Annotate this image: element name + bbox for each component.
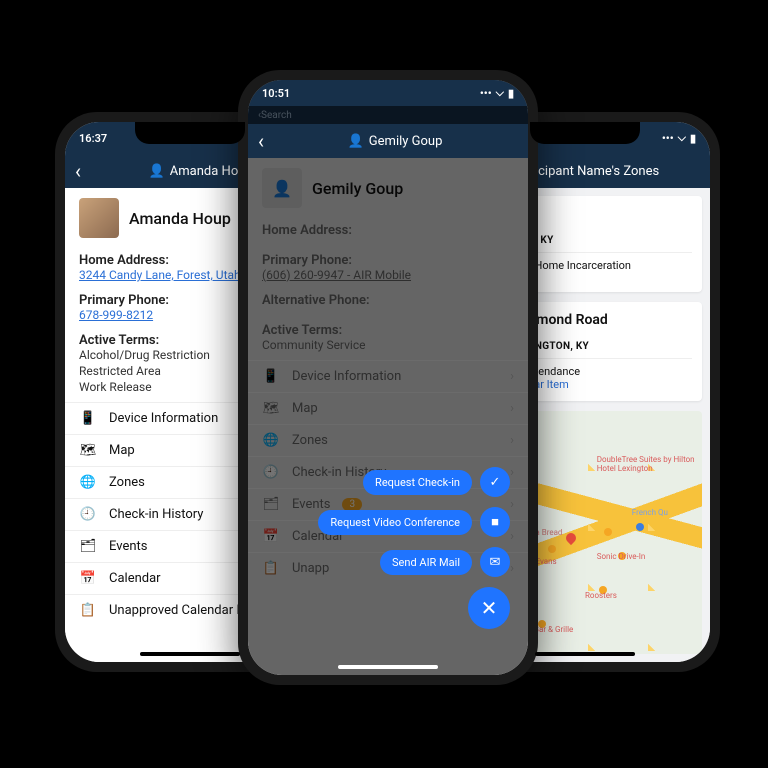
device-icon: 📱	[79, 411, 97, 426]
calendar-icon: 📅	[262, 529, 280, 544]
battery-icon: ▮	[508, 87, 514, 100]
status-bar: 10:51 ••• ⌵ ▮	[248, 80, 528, 106]
list-icon: 📋	[262, 561, 280, 576]
menu-label: Unapproved Calendar Ite	[109, 603, 251, 618]
events-icon: 🗂	[79, 539, 97, 554]
fab-close-button[interactable]: ✕	[468, 587, 510, 629]
primary-phone-label: Primary Phone:	[248, 248, 528, 268]
person-icon: 👤	[348, 134, 364, 149]
phone-center: 10:51 ••• ⌵ ▮ ‹ Search ‹ 👤 Gemily Goup 👤…	[238, 70, 538, 685]
check-icon: ✓	[480, 467, 510, 497]
fab-send-air-mail[interactable]: Send AIR Mail ✉	[380, 547, 510, 577]
fab-label: Request Video Conference	[318, 510, 472, 535]
signal-icon: •••	[662, 132, 674, 145]
chevron-right-icon: ›	[510, 401, 514, 416]
chevron-right-icon: ›	[510, 561, 514, 576]
fab-request-checkin[interactable]: Request Check-in ✓	[363, 467, 510, 497]
avatar[interactable]	[79, 198, 119, 238]
avatar-placeholder[interactable]: 👤	[262, 168, 302, 208]
events-icon: 🗂	[262, 497, 280, 512]
map-pin-icon[interactable]	[564, 530, 578, 544]
menu-label: Device Information	[109, 411, 218, 426]
globe-icon: 🌐	[79, 475, 97, 490]
title-text: Gemily Goup	[369, 134, 443, 149]
profile-header: 👤 Gemily Goup	[248, 158, 528, 218]
menu-label: Zones	[292, 433, 328, 448]
history-icon: 🕘	[262, 465, 280, 480]
chevron-right-icon: ›	[510, 433, 514, 448]
wifi-icon: ⌵	[496, 86, 504, 100]
map-poi-icon[interactable]	[604, 528, 612, 536]
video-icon: ■	[480, 507, 510, 537]
map-poi-icon[interactable]	[548, 545, 556, 553]
menu-label: Zones	[109, 475, 145, 490]
back-button[interactable]: ‹	[75, 159, 81, 183]
term-item: Community Service	[248, 338, 528, 354]
home-indicator[interactable]	[140, 652, 240, 656]
chevron-right-icon: ›	[510, 369, 514, 384]
profile-name: Amanda Houp	[129, 209, 231, 228]
map-poi-icon[interactable]	[636, 523, 644, 531]
back-button[interactable]: ‹	[258, 129, 264, 153]
menu-label: Map	[109, 443, 135, 458]
chevron-right-icon: ›	[510, 497, 514, 512]
menu-label: Map	[292, 401, 318, 416]
profile-name: Gemily Goup	[312, 179, 403, 198]
signal-icon: •••	[480, 87, 492, 100]
map-icon: 🗺	[79, 443, 97, 458]
active-terms-label: Active Terms:	[248, 318, 528, 338]
calendar-icon: 📅	[79, 571, 97, 586]
breadcrumb[interactable]: ‹ Search	[248, 106, 528, 124]
close-icon: ✕	[481, 596, 498, 620]
menu-label: Calendar	[109, 571, 161, 586]
nav-bar: ‹ 👤 Gemily Goup	[248, 124, 528, 158]
fab-request-video-conference[interactable]: Request Video Conference ■	[318, 507, 510, 537]
map-poi-label: DoubleTree Suites by Hilton Hotel Lexing…	[597, 455, 702, 473]
menu-map[interactable]: 🗺 Map ›	[248, 392, 528, 424]
alternative-phone-label: Alternative Phone:	[248, 288, 528, 308]
map-poi-label: Roosters	[585, 591, 617, 600]
menu-label: Device Information	[292, 369, 401, 384]
mail-icon: ✉	[480, 547, 510, 577]
home-indicator[interactable]	[535, 652, 635, 656]
menu-label: Check-in History	[109, 507, 203, 522]
primary-phone-value[interactable]: (606) 260-9947 - AIR Mobile	[248, 268, 528, 288]
fab-label: Send AIR Mail	[380, 550, 472, 575]
home-address-label: Home Address:	[248, 218, 528, 238]
person-icon: 👤	[149, 164, 165, 179]
notch	[135, 122, 245, 144]
map-icon: 🗺	[262, 401, 280, 416]
menu-device-information[interactable]: 📱 Device Information ›	[248, 360, 528, 392]
status-time: 16:37	[79, 132, 107, 145]
chevron-right-icon: ›	[510, 465, 514, 480]
list-icon: 📋	[79, 603, 97, 618]
map-poi-label: French Qu	[632, 508, 668, 517]
title-text: Amanda Hou	[170, 164, 246, 179]
battery-icon: ▮	[690, 132, 696, 145]
home-indicator[interactable]	[338, 665, 438, 669]
fab-label: Request Check-in	[363, 470, 472, 495]
chevron-right-icon: ›	[510, 529, 514, 544]
notch	[530, 122, 640, 144]
map-poi-label: Sonic Drive-In	[597, 552, 646, 561]
page-title: 👤 Gemily Goup	[272, 134, 518, 149]
history-icon: 🕘	[79, 507, 97, 522]
device-icon: 📱	[262, 369, 280, 384]
globe-icon: 🌐	[262, 433, 280, 448]
menu-zones[interactable]: 🌐 Zones ›	[248, 424, 528, 456]
menu-label: Events	[109, 539, 147, 554]
status-time: 10:51	[262, 87, 290, 100]
breadcrumb-label: Search	[261, 110, 292, 121]
fab-menu: Request Check-in ✓ Request Video Confere…	[318, 467, 510, 629]
wifi-icon: ⌵	[678, 131, 686, 145]
